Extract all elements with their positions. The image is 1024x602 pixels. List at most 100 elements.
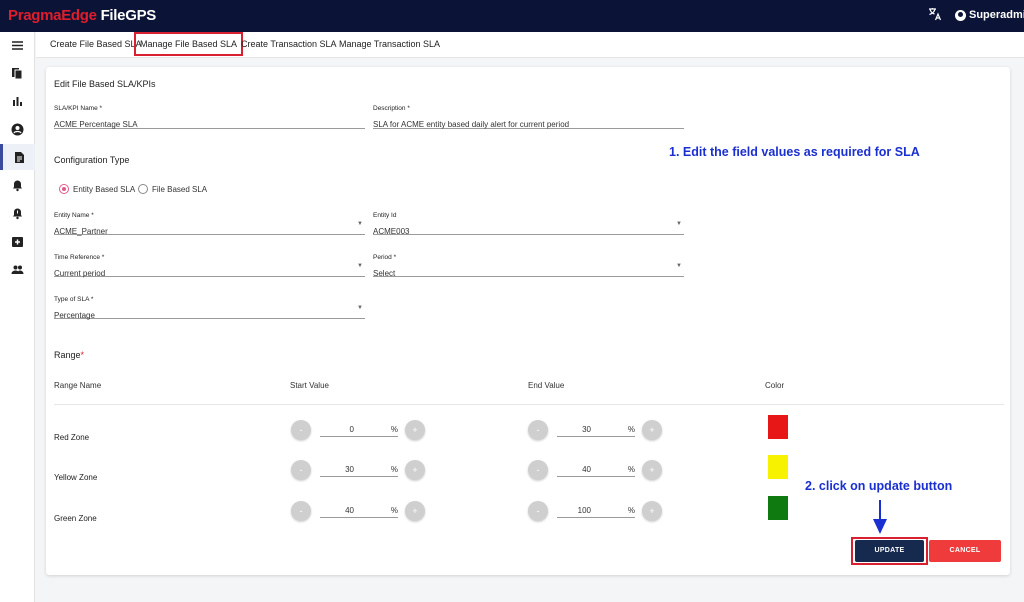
- file-copy-icon[interactable]: [0, 60, 35, 86]
- translate-icon[interactable]: [928, 7, 942, 24]
- percent-sign: %: [627, 465, 635, 474]
- time-reference-label: Time Reference *: [54, 254, 105, 261]
- form-title: Edit File Based SLA/KPIs: [54, 79, 156, 89]
- update-button[interactable]: UPDATE: [855, 540, 924, 562]
- entity-id-select[interactable]: ACME003 ▼: [373, 221, 684, 236]
- percent-sign: %: [627, 425, 635, 434]
- period-select[interactable]: Select ▼: [373, 263, 684, 278]
- tab-create-transaction-sla[interactable]: Create Transaction SLA: [237, 32, 341, 56]
- type-of-sla-value: Percentage: [54, 311, 95, 320]
- end-increment-button[interactable]: +: [642, 501, 662, 521]
- cancel-button[interactable]: CANCEL: [929, 540, 1001, 562]
- annotation-step2: 2. click on update button: [805, 479, 953, 493]
- start-increment-button[interactable]: +: [405, 420, 425, 440]
- entity-name-value: ACME_Partner: [54, 227, 108, 236]
- start-decrement-button[interactable]: -: [291, 501, 311, 521]
- start-increment-button[interactable]: +: [405, 460, 425, 480]
- start-value-input[interactable]: 30 %: [320, 463, 398, 477]
- configuration-type-label: Configuration Type: [54, 155, 130, 165]
- end-value: 40: [582, 465, 591, 474]
- dropdown-arrow-icon: ▼: [676, 263, 682, 269]
- color-swatch[interactable]: [768, 496, 788, 520]
- end-increment-button[interactable]: +: [642, 420, 662, 440]
- tab-manage-file-based-sla[interactable]: Manage File Based SLA: [134, 32, 244, 56]
- group-icon[interactable]: [0, 256, 35, 282]
- time-reference-select[interactable]: Current period ▼: [54, 263, 365, 278]
- entity-based-sla-radio[interactable]: Entity Based SLA: [59, 184, 135, 194]
- edit-sla-card: Edit File Based SLA/KPIs SLA/KPI Name * …: [46, 67, 1010, 575]
- tab-create-file-based-sla[interactable]: Create File Based SLA: [46, 32, 146, 56]
- end-value-header: End Value: [528, 381, 565, 390]
- entity-name-select[interactable]: ACME_Partner ▼: [54, 221, 365, 236]
- start-decrement-button[interactable]: -: [291, 420, 311, 440]
- entity-id-value: ACME003: [373, 227, 410, 236]
- color-header: Color: [765, 381, 785, 390]
- sla-name-value: ACME Percentage SLA: [54, 120, 138, 129]
- account-icon[interactable]: [0, 116, 35, 142]
- period-value: Select: [373, 269, 396, 278]
- period-label: Period *: [373, 254, 397, 261]
- dropdown-arrow-icon: ▼: [357, 263, 363, 269]
- sla-name-label: SLA/KPI Name *: [54, 105, 103, 112]
- user-menu[interactable]: Superadmin: [955, 9, 1024, 21]
- file-based-sla-label: File Based SLA: [152, 184, 208, 194]
- type-of-sla-label: Type of SLA *: [54, 296, 94, 303]
- percent-sign: %: [627, 506, 635, 515]
- end-value-input[interactable]: 100 %: [557, 504, 635, 518]
- first-aid-icon[interactable]: [0, 228, 35, 254]
- document-icon[interactable]: [0, 144, 35, 170]
- tab-bar: Create File Based SLA Manage File Based …: [36, 32, 1024, 58]
- bell-alert-icon[interactable]: [0, 200, 35, 226]
- file-based-sla-radio[interactable]: File Based SLA: [138, 184, 207, 194]
- start-decrement-button[interactable]: -: [291, 460, 311, 480]
- account-circle-icon: [955, 9, 966, 21]
- end-decrement-button[interactable]: -: [528, 501, 548, 521]
- start-value-input[interactable]: 0 %: [320, 423, 398, 437]
- tab-manage-transaction-sla[interactable]: Manage Transaction SLA: [335, 32, 444, 56]
- end-value: 30: [582, 425, 591, 434]
- dropdown-arrow-icon: ▼: [357, 221, 363, 227]
- start-value: 0: [349, 425, 354, 434]
- annotation-step1: 1. Edit the field values as required for…: [669, 145, 920, 159]
- start-value-input[interactable]: 40 %: [320, 504, 398, 518]
- radio-unselected-icon: [138, 184, 148, 194]
- type-of-sla-select[interactable]: Percentage ▼: [54, 305, 365, 320]
- bar-chart-icon[interactable]: [0, 88, 35, 114]
- start-value: 30: [345, 465, 354, 474]
- end-value-input[interactable]: 40 %: [557, 463, 635, 477]
- bell-icon[interactable]: [0, 172, 35, 198]
- required-mark: *: [80, 350, 85, 360]
- start-increment-button[interactable]: +: [405, 501, 425, 521]
- description-field[interactable]: SLA for ACME entity based daily alert fo…: [373, 114, 684, 129]
- sla-name-field[interactable]: ACME Percentage SLA: [54, 114, 365, 129]
- range-row-name: Yellow Zone: [54, 473, 98, 482]
- end-increment-button[interactable]: +: [642, 460, 662, 480]
- percent-sign: %: [390, 506, 398, 515]
- description-value: SLA for ACME entity based daily alert fo…: [373, 120, 570, 129]
- range-row-name: Green Zone: [54, 514, 97, 523]
- menu-icon[interactable]: [0, 32, 35, 58]
- time-reference-value: Current period: [54, 269, 106, 278]
- range-label: Range*: [54, 350, 85, 360]
- start-value-header: Start Value: [290, 381, 329, 390]
- color-swatch[interactable]: [768, 455, 788, 479]
- user-name: Superadmin: [969, 9, 1024, 21]
- end-value: 100: [577, 506, 591, 515]
- top-bar: PragmaEdge FileGPS Superadmin: [0, 0, 1024, 32]
- end-decrement-button[interactable]: -: [528, 420, 548, 440]
- dropdown-arrow-icon: ▼: [357, 305, 363, 311]
- entity-id-label: Entity Id: [373, 212, 397, 219]
- sidebar: [0, 32, 35, 602]
- color-swatch[interactable]: [768, 415, 788, 439]
- radio-selected-icon: [59, 184, 69, 194]
- dropdown-arrow-icon: ▼: [676, 221, 682, 227]
- brand-logo[interactable]: PragmaEdge FileGPS: [8, 7, 156, 24]
- entity-name-label: Entity Name *: [54, 212, 94, 219]
- percent-sign: %: [390, 425, 398, 434]
- range-name-header: Range Name: [54, 381, 102, 390]
- percent-sign: %: [390, 465, 398, 474]
- end-value-input[interactable]: 30 %: [557, 423, 635, 437]
- description-label: Description *: [373, 105, 410, 112]
- down-arrow-icon: [873, 500, 887, 534]
- end-decrement-button[interactable]: -: [528, 460, 548, 480]
